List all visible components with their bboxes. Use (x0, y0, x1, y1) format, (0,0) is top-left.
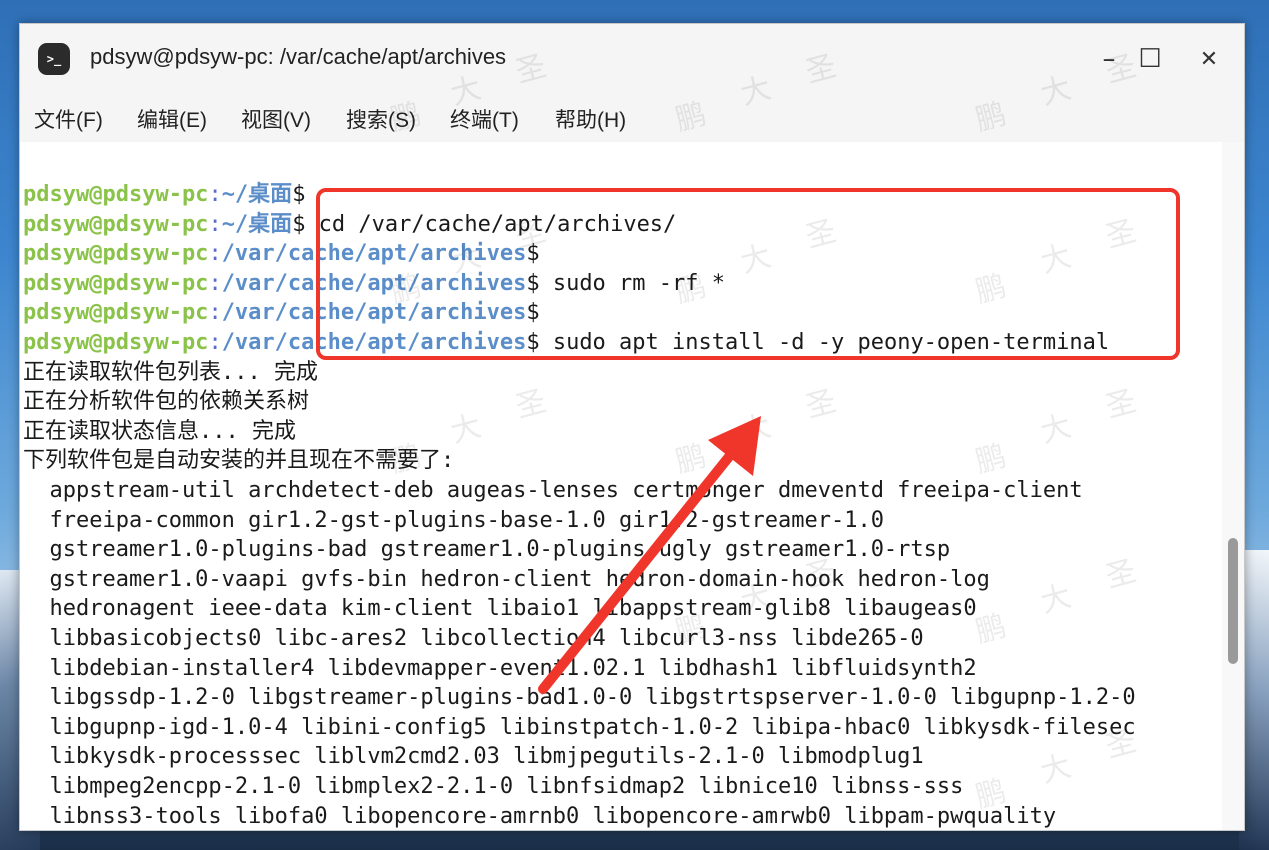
annotation-arrow (538, 416, 761, 694)
terminal-window: >_ pdsyw@pdsyw-pc: /var/cache/apt/archiv… (19, 23, 1245, 831)
annotation-arrow-shaft (538, 443, 741, 694)
